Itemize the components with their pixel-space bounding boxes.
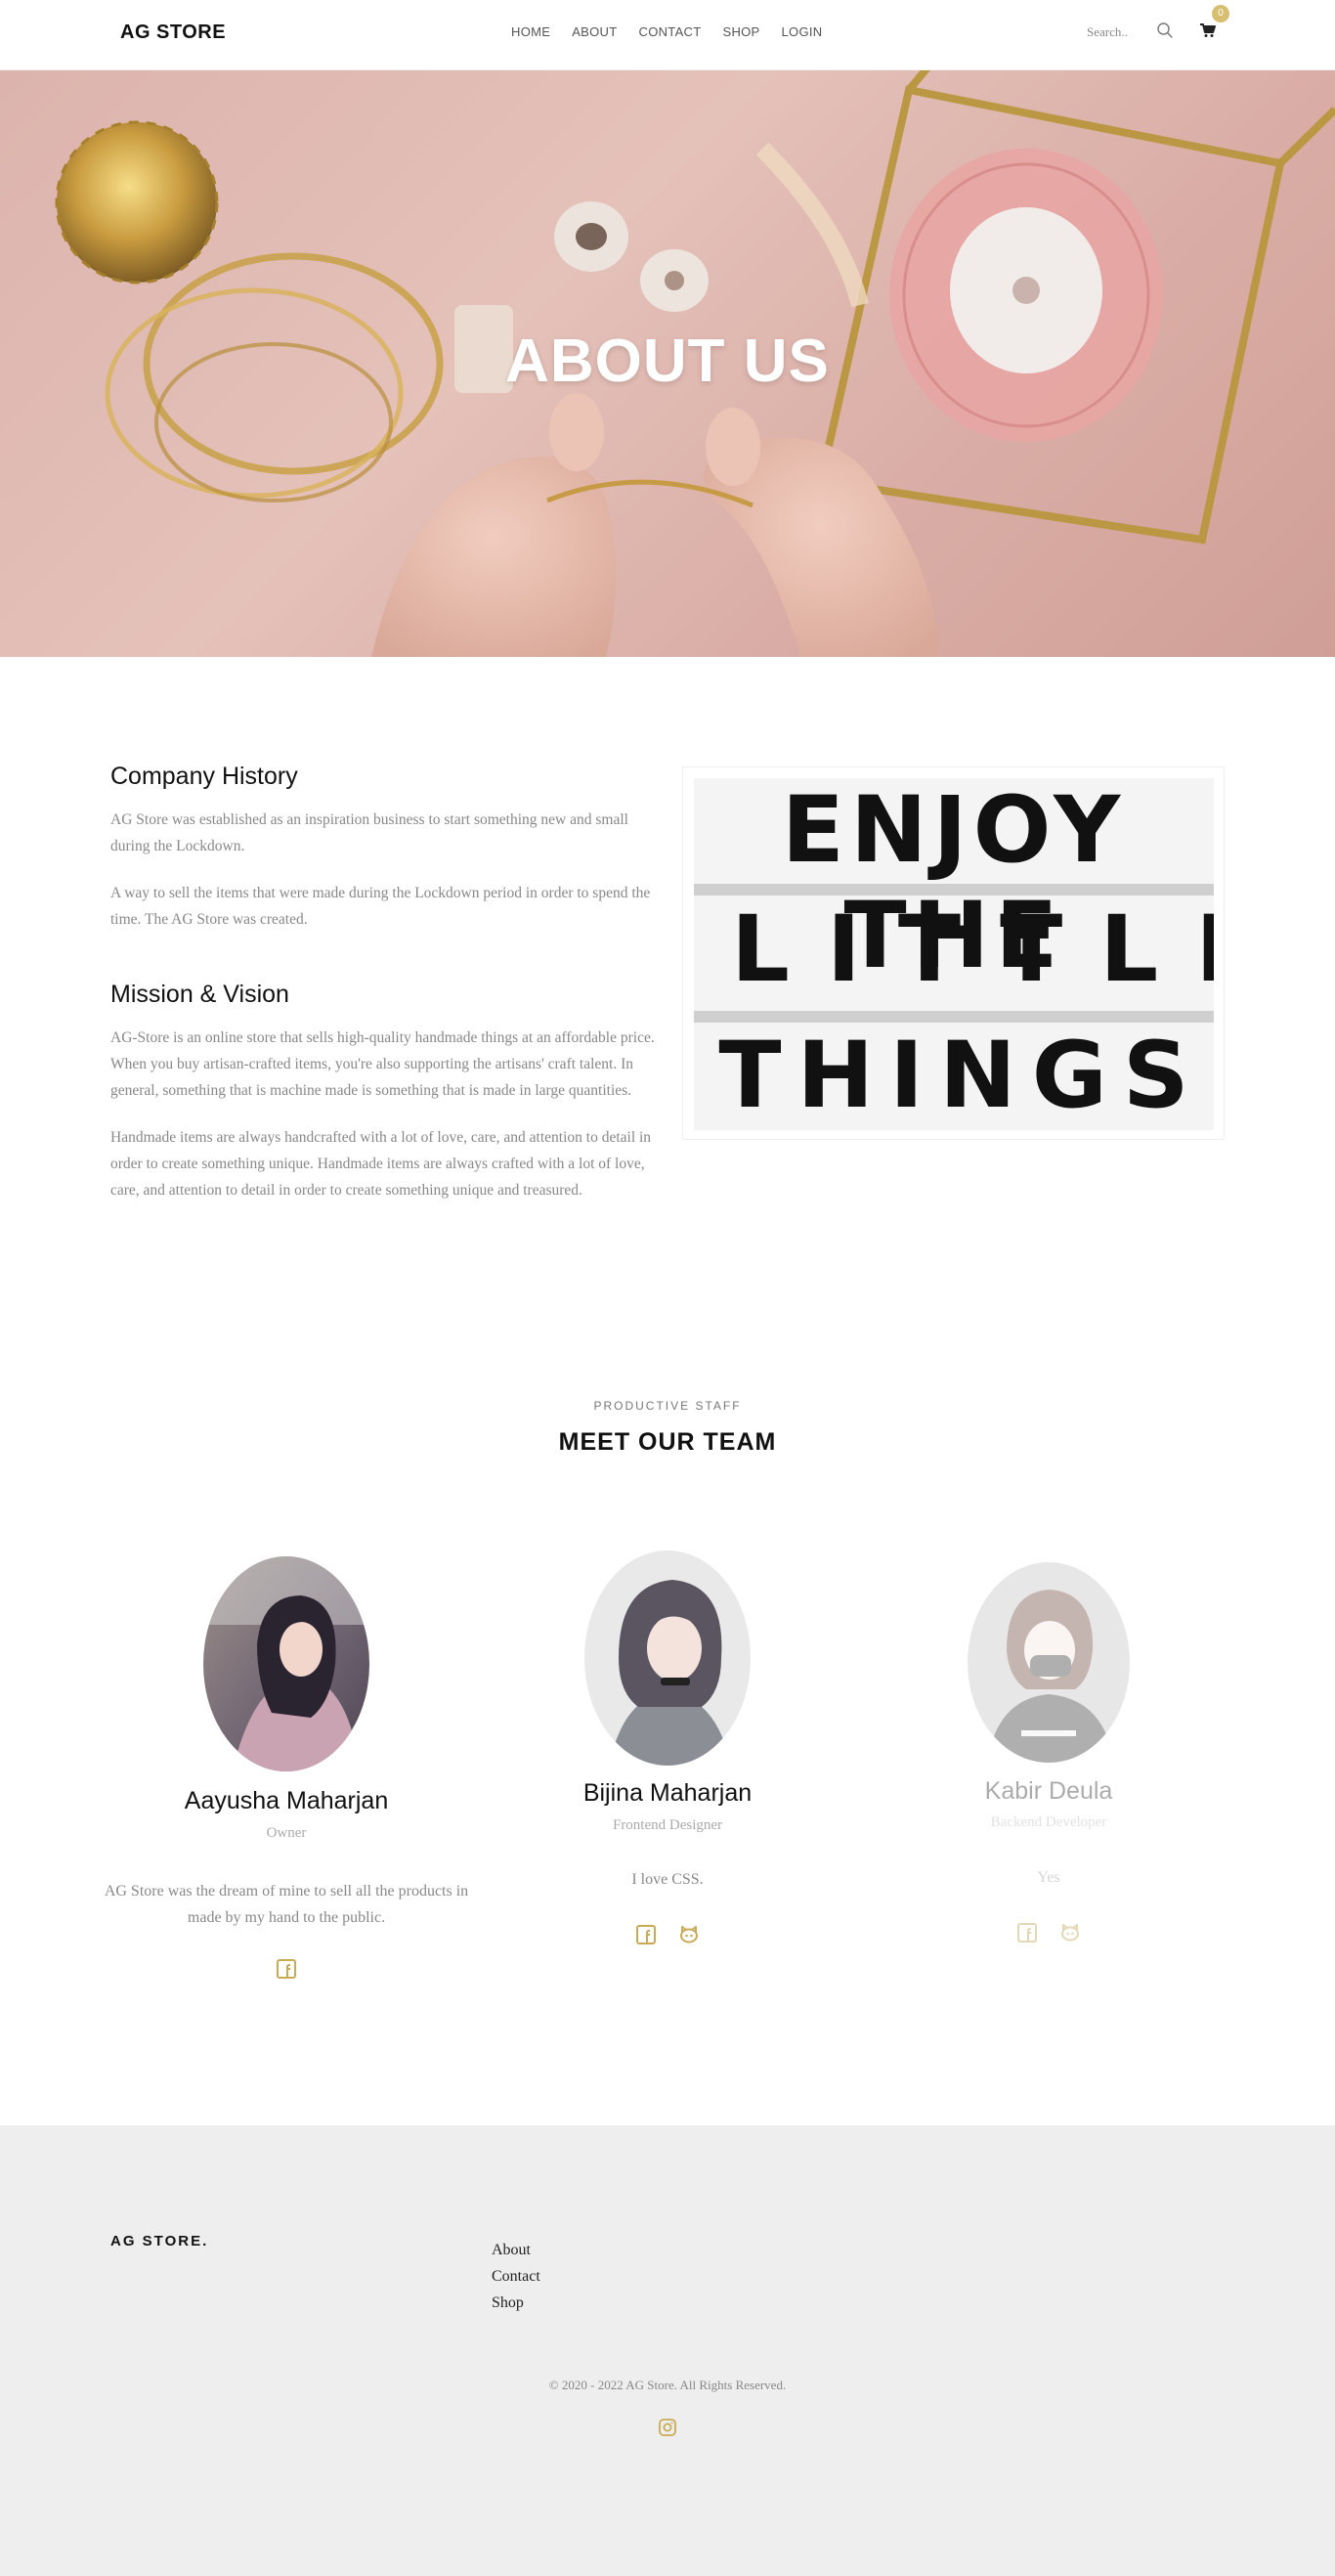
site-footer: AG STORE. About Contact Shop © 2020 - 20… [0, 2125, 1335, 2576]
nav-about[interactable]: ABOUT [572, 24, 617, 39]
site-header: AG STORE HOME ABOUT CONTACT SHOP LOGIN S… [0, 0, 1335, 70]
mission-paragraph-1: AG-Store is an online store that sells h… [110, 1029, 655, 1099]
team-member-card: Aayusha Maharjan Owner AG Store was the … [96, 1554, 477, 1985]
sign-divider [694, 1011, 1214, 1023]
lightbox-board: ENJOY THE LITTLE THINGS [694, 778, 1214, 1130]
mission-paragraph-2: Handmade items are always handcrafted wi… [110, 1129, 652, 1199]
nav-login[interactable]: LOGIN [782, 24, 823, 39]
member-name: Bijina Maharjan [582, 1779, 753, 1807]
facebook-icon[interactable] [276, 1958, 297, 1980]
team-kicker: PRODUCTIVE STAFF [593, 1399, 742, 1413]
github-icon[interactable] [1059, 1922, 1081, 1943]
member-role: Owner [266, 1825, 307, 1841]
copyright-text: © 2020 - 2022 AG Store. All Rights Reser… [548, 2378, 787, 2392]
github-icon[interactable] [678, 1924, 700, 1945]
footer-links: About Contact Shop [492, 2237, 540, 2316]
footer-link-contact[interactable]: Contact [492, 2263, 540, 2290]
site-logo[interactable]: AG STORE [120, 22, 226, 44]
member-name: Aayusha Maharjan [184, 1787, 389, 1814]
nav-shop[interactable]: SHOP [722, 24, 759, 39]
sign-line-2: LITTLE [731, 896, 1214, 1003]
company-history: Company History AG Store was established… [110, 763, 658, 933]
avatar [584, 1550, 751, 1766]
sign-line-3: THINGS [718, 1023, 1205, 1129]
member-name: Kabir Deula [984, 1777, 1113, 1805]
member-quote: AG Store was the dream of mine to sell a… [104, 1883, 469, 1926]
search-input[interactable]: Search.. [1087, 24, 1128, 40]
member-quote: Yes [1037, 1869, 1060, 1886]
lightbox-sign-image: ENJOY THE LITTLE THINGS [682, 766, 1225, 1140]
facebook-icon[interactable] [1016, 1922, 1038, 1943]
nav-contact[interactable]: CONTACT [639, 24, 702, 39]
cart-count-badge: 0 [1212, 5, 1229, 22]
nav-home[interactable]: HOME [511, 24, 550, 39]
team-member-card: Bijina Maharjan Frontend Designer I love… [477, 1549, 858, 1979]
team-member-card: Kabir Deula Backend Developer Yes [858, 1549, 1239, 1979]
avatar [203, 1556, 369, 1771]
footer-logo[interactable]: AG STORE. [110, 2233, 208, 2249]
history-title: Company History [110, 763, 298, 790]
cart-icon[interactable] [1198, 21, 1218, 40]
hero-title: ABOUT US [505, 327, 830, 395]
main-nav: HOME ABOUT CONTACT SHOP LOGIN [511, 24, 843, 39]
footer-link-shop[interactable]: Shop [492, 2290, 540, 2316]
member-quote: I love CSS. [631, 1871, 704, 1888]
mission-title: Mission & Vision [110, 981, 289, 1008]
avatar [968, 1562, 1130, 1763]
search-icon[interactable] [1155, 21, 1175, 40]
team-title: MEET OUR TEAM [558, 1428, 777, 1456]
sign-divider [694, 884, 1214, 895]
member-role: Frontend Designer [612, 1817, 723, 1833]
member-role: Backend Developer [990, 1814, 1107, 1830]
hero-banner: ABOUT US [0, 70, 1335, 657]
history-paragraph-1: AG Store was established as an inspirati… [110, 811, 628, 854]
mission-vision: Mission & Vision AG-Store is an online s… [110, 981, 658, 1203]
history-paragraph-2: A way to sell the items that were made d… [110, 885, 651, 928]
footer-link-about[interactable]: About [492, 2237, 540, 2263]
facebook-icon[interactable] [635, 1924, 657, 1945]
instagram-icon[interactable] [658, 2418, 677, 2437]
